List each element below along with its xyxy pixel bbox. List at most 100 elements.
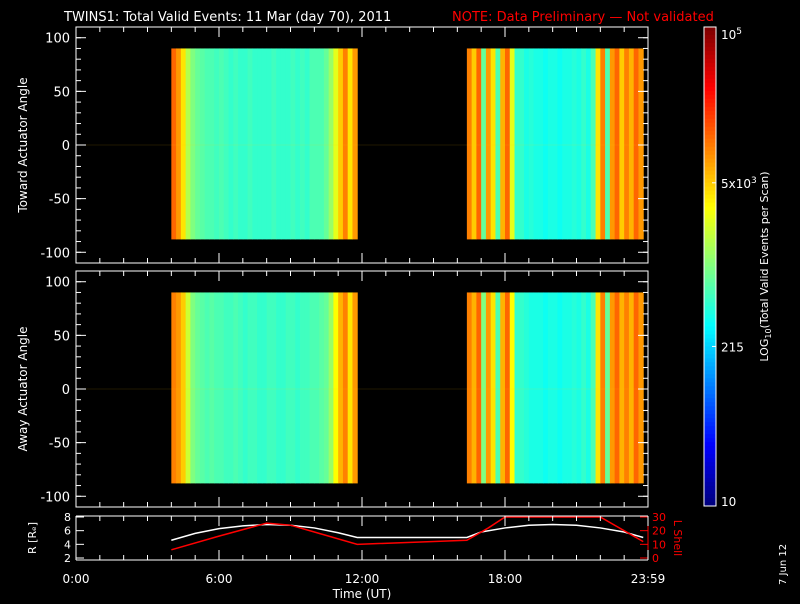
colorbar-swatch <box>704 406 716 411</box>
y-axis-label: Away Actuator Angle <box>16 326 30 451</box>
heatmap-column <box>233 292 239 484</box>
colorbar-swatch <box>704 122 716 128</box>
heatmap-column <box>257 292 263 484</box>
colorbar-swatch <box>704 154 716 160</box>
y-tick-label: -100 <box>40 246 70 261</box>
colorbar-swatch <box>704 374 716 379</box>
colorbar-swatch <box>704 238 716 244</box>
colorbar-swatch <box>704 186 716 192</box>
colorbar-swatch <box>704 98 716 104</box>
heatmap-column <box>300 48 306 240</box>
heatmap-column <box>519 292 525 484</box>
colorbar-swatch <box>704 70 716 76</box>
colorbar-swatch <box>704 318 716 323</box>
heatmap-column <box>295 292 301 484</box>
colorbar-swatch <box>704 490 716 495</box>
colorbar-swatch <box>704 322 716 327</box>
colorbar-swatch <box>704 74 716 80</box>
heatmap-column <box>228 48 234 240</box>
x-tick-label: 12:00 <box>345 572 380 586</box>
y-tick-label: 100 <box>45 32 70 47</box>
heatmap-column <box>481 292 487 484</box>
colorbar-swatch <box>704 450 716 455</box>
colorbar-swatch <box>704 410 716 415</box>
colorbar-swatch <box>704 346 716 351</box>
colorbar-swatch <box>704 42 716 48</box>
y-tick-label: 50 <box>53 329 70 344</box>
heatmap-column <box>466 292 473 484</box>
heatmap-column <box>547 48 554 240</box>
colorbar-swatch <box>704 494 716 499</box>
colorbar-swatch <box>704 158 716 164</box>
heatmap-column <box>252 48 258 240</box>
y-tick-label: -50 <box>49 193 70 208</box>
heatmap-column <box>347 292 353 484</box>
y-tick-label: 100 <box>45 276 70 291</box>
colorbar-swatch <box>704 486 716 491</box>
heatmap-column <box>323 292 330 484</box>
y-axis-label: Toward Actuator Angle <box>16 77 30 213</box>
r-tick-label: 8 <box>64 511 71 524</box>
colorbar-swatch <box>704 370 716 375</box>
colorbar-swatch <box>704 254 716 260</box>
heatmap-column <box>219 292 225 484</box>
colorbar-swatch <box>704 386 716 391</box>
colorbar-swatch <box>704 78 716 84</box>
colorbar-swatch <box>704 294 716 299</box>
heatmap-column <box>533 292 539 484</box>
heatmap-column <box>590 48 597 240</box>
lshell-axis-label: L Shell <box>671 520 684 556</box>
r-tick-label: 6 <box>64 525 71 538</box>
colorbar-swatch <box>704 474 716 479</box>
heatmap-column <box>347 48 353 240</box>
heatmap-column <box>190 48 196 240</box>
heatmap-column <box>633 292 639 484</box>
r-axis-label: R [Rₑ] <box>26 522 39 554</box>
heatmap-column <box>466 48 473 240</box>
colorbar-swatch <box>704 234 716 240</box>
heatmap-column <box>633 48 639 240</box>
colorbar-swatch <box>704 350 716 355</box>
heatmap-column <box>471 292 477 484</box>
colorbar-swatch <box>704 270 716 275</box>
colorbar-swatch <box>704 262 716 267</box>
heatmap-column <box>605 48 611 240</box>
colorbar-swatch <box>704 482 716 487</box>
l-tick-label: 0 <box>652 552 659 565</box>
heatmap-column <box>342 292 349 484</box>
heatmap-column <box>543 48 549 240</box>
heatmap-column <box>595 292 601 484</box>
twins-plot: TWINS1: Total Valid Events: 11 Mar (day … <box>0 0 800 601</box>
colorbar-swatch <box>704 430 716 435</box>
colorbar-swatch <box>704 82 716 88</box>
heatmap-column <box>524 48 530 240</box>
colorbar-swatch <box>704 38 716 44</box>
heatmap-column <box>338 292 344 484</box>
colorbar-swatch <box>704 422 716 427</box>
colorbar-swatch <box>704 62 716 68</box>
colorbar-swatch <box>704 418 716 423</box>
heatmap-column <box>238 292 244 484</box>
preliminary-note: NOTE: Data Preliminary — Not validated <box>452 10 714 25</box>
colorbar-swatch <box>704 142 716 148</box>
colorbar-swatch <box>704 354 716 359</box>
heatmap-column <box>204 292 210 484</box>
heatmap-column <box>285 292 291 484</box>
date-stamp: 7 Jun 12 <box>778 544 789 585</box>
heatmap-column <box>586 292 592 484</box>
heatmap-column <box>319 292 325 484</box>
colorbar-swatch <box>704 446 716 451</box>
y-tick-label: -50 <box>49 437 70 452</box>
x-axis-label: Time (UT) <box>332 587 392 600</box>
heatmap-column <box>228 292 234 484</box>
colorbar-swatch <box>704 298 716 303</box>
heatmap-column <box>528 292 535 484</box>
colorbar-swatch <box>704 498 716 503</box>
colorbar-swatch <box>704 394 716 399</box>
colorbar-swatch <box>704 314 716 319</box>
colorbar-swatch <box>704 194 716 200</box>
colorbar-swatch <box>704 210 716 216</box>
heatmap-column <box>352 292 358 484</box>
r-tick-label: 4 <box>64 538 71 551</box>
x-tick-label: 0:00 <box>63 572 90 586</box>
